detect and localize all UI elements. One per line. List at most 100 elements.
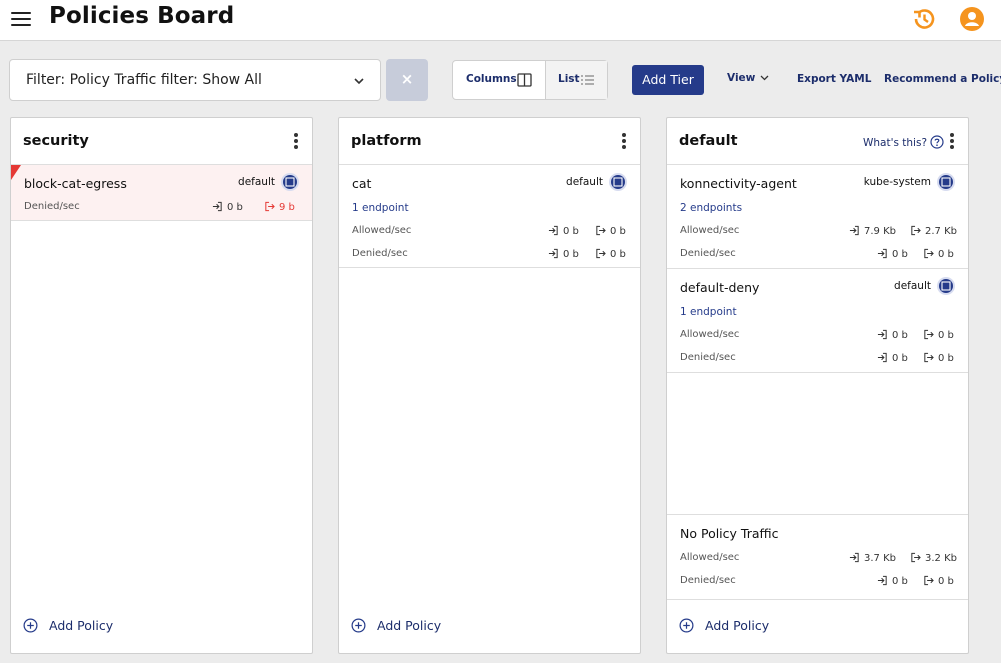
add-policy-label: Add Policy <box>705 618 770 633</box>
allowed-in-text: 3.7 Kb <box>864 553 896 564</box>
policy-namespace: default <box>894 280 931 292</box>
allowed-out-value: 0 b <box>923 329 954 341</box>
hamburger-menu-icon[interactable] <box>11 11 31 27</box>
denied-in-text: 0 b <box>892 249 908 260</box>
allowed-out-text: 3.2 Kb <box>925 553 957 564</box>
app-header: Policies Board <box>0 0 1001 41</box>
namespace-icon <box>608 172 628 192</box>
allowed-out-text: 0 b <box>938 330 954 341</box>
endpoints-link[interactable]: 1 endpoint <box>352 202 409 214</box>
tier-header: security <box>11 118 312 165</box>
list-label: List <box>558 73 580 85</box>
user-account-icon[interactable] <box>959 6 985 32</box>
columns-view-button[interactable]: Columns <box>453 61 545 99</box>
allowed-in-value: 7.9 Kb <box>849 225 896 237</box>
list-icon <box>581 75 594 85</box>
endpoints-link[interactable]: 2 endpoints <box>680 202 742 214</box>
allowed-in-text: 0 b <box>563 226 579 237</box>
policy-card-block-cat-egress[interactable]: block-cat-egress default Denied/sec 0 b … <box>11 165 312 221</box>
denied-out-text: 0 b <box>938 249 954 260</box>
tier-header: default What's this? <box>667 118 968 165</box>
kebab-menu-icon[interactable] <box>618 133 630 151</box>
view-label: View <box>727 72 756 84</box>
recommend-policy-link[interactable]: Recommend a Policy <box>884 73 1001 85</box>
columns-icon <box>517 73 532 87</box>
clear-filter-button[interactable]: × <box>386 59 428 101</box>
no-policy-traffic-card: No Policy Traffic Allowed/sec 3.7 Kb 3.2… <box>667 514 968 600</box>
denied-out-value: 0 b <box>595 248 626 260</box>
chevron-down-icon <box>760 75 769 81</box>
denied-in-text: 0 b <box>227 202 243 213</box>
denied-label: Denied/sec <box>352 248 408 259</box>
allowed-in-text: 0 b <box>892 330 908 341</box>
history-icon[interactable] <box>911 6 937 32</box>
policy-name: block-cat-egress <box>24 176 127 191</box>
add-policy-label: Add Policy <box>377 618 442 633</box>
allowed-out-value: 3.2 Kb <box>910 552 957 564</box>
tier-name: security <box>23 133 89 149</box>
list-view-button[interactable]: List <box>546 61 607 99</box>
denied-out-text: 0 b <box>938 576 954 587</box>
allowed-label: Allowed/sec <box>680 552 740 563</box>
denied-in-value: 0 b <box>212 201 243 213</box>
denied-in-value: 0 b <box>877 352 908 364</box>
add-circle-icon <box>679 618 694 633</box>
denied-in-text: 0 b <box>892 576 908 587</box>
tier-header: platform <box>339 118 640 165</box>
export-yaml-link[interactable]: Export YAML <box>797 73 871 85</box>
denied-out-value: 9 b <box>264 201 295 213</box>
whats-this-link[interactable]: What's this? <box>863 135 944 149</box>
denied-out-value: 0 b <box>923 575 954 587</box>
allowed-in-text: 7.9 Kb <box>864 226 896 237</box>
allowed-label: Allowed/sec <box>352 225 412 236</box>
namespace-icon <box>280 172 300 192</box>
tier-name: platform <box>351 133 422 149</box>
policy-namespace: default <box>238 176 275 188</box>
add-tier-button[interactable]: Add Tier <box>632 65 704 95</box>
columns-label: Columns <box>466 73 517 85</box>
tier-name: default <box>679 133 738 149</box>
policy-namespace: default <box>566 176 603 188</box>
denied-label: Denied/sec <box>680 248 736 259</box>
policy-card-cat[interactable]: cat default 1 endpoint Allowed/sec 0 b 0… <box>339 165 640 268</box>
tier-security: security block-cat-egress default Denied… <box>10 117 313 654</box>
denied-out-value: 0 b <box>923 352 954 364</box>
allowed-out-value: 0 b <box>595 225 626 237</box>
no-policy-traffic-title: No Policy Traffic <box>680 526 779 541</box>
whats-this-label: What's this? <box>863 137 928 149</box>
add-policy-label: Add Policy <box>49 618 114 633</box>
tier-platform: platform cat default 1 endpoint Allowed/… <box>338 117 641 654</box>
policy-namespace: kube-system <box>863 176 931 188</box>
view-toggle: Columns List <box>452 60 608 100</box>
denied-label: Denied/sec <box>680 352 736 363</box>
kebab-menu-icon[interactable] <box>290 133 302 151</box>
tier-default: default What's this? konnectivity-agent … <box>666 117 969 654</box>
policy-card-konnectivity-agent[interactable]: konnectivity-agent kube-system 2 endpoin… <box>667 165 968 269</box>
policy-traffic-filter-select[interactable]: Filter: Policy Traffic filter: Show All <box>9 59 381 101</box>
namespace-icon <box>936 172 956 192</box>
view-menu-button[interactable]: View <box>727 72 770 84</box>
denied-out-text: 0 b <box>938 353 954 364</box>
denied-out-text: 9 b <box>279 202 295 213</box>
kebab-menu-icon[interactable] <box>946 133 958 151</box>
denied-label: Denied/sec <box>24 201 80 212</box>
page-title: Policies Board <box>49 3 235 29</box>
filter-value: Filter: Policy Traffic filter: Show All <box>26 72 262 88</box>
denied-label: Denied/sec <box>680 575 736 586</box>
allowed-in-value: 0 b <box>548 225 579 237</box>
endpoints-link[interactable]: 1 endpoint <box>680 306 737 318</box>
help-circle-icon <box>930 135 944 149</box>
close-icon: × <box>400 70 414 88</box>
denied-in-value: 0 b <box>877 248 908 260</box>
allowed-in-value: 0 b <box>877 329 908 341</box>
allowed-in-value: 3.7 Kb <box>849 552 896 564</box>
policy-card-default-deny[interactable]: default-deny default 1 endpoint Allowed/… <box>667 269 968 373</box>
allowed-label: Allowed/sec <box>680 225 740 236</box>
allowed-out-text: 2.7 Kb <box>925 226 957 237</box>
denied-out-value: 0 b <box>923 248 954 260</box>
add-circle-icon <box>23 618 38 633</box>
namespace-icon <box>936 276 956 296</box>
chevron-down-icon <box>354 78 364 85</box>
allowed-out-value: 2.7 Kb <box>910 225 957 237</box>
denied-in-text: 0 b <box>563 249 579 260</box>
